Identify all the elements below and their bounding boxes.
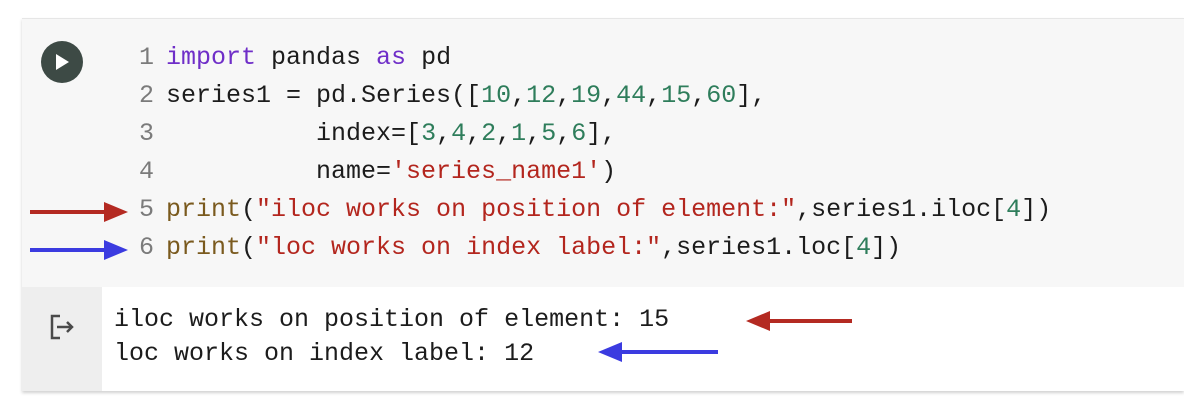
number-literal: 2 (481, 119, 497, 148)
line-number: 3 (138, 119, 154, 148)
output-gutter[interactable] (22, 287, 102, 391)
code-text: ( (241, 233, 257, 262)
blue-arrow-left-icon (598, 342, 718, 362)
red-arrow-left-icon (746, 311, 852, 331)
code-line-4: 4 name='series_name1') (122, 153, 1051, 191)
keyword: as (376, 43, 407, 72)
code-text: , (496, 119, 512, 148)
number-literal: 15 (661, 81, 692, 110)
number-literal: 3 (421, 119, 437, 148)
code-text: ) (601, 157, 617, 186)
builtin-function: print (166, 195, 242, 224)
number-literal: 44 (616, 81, 647, 110)
number-literal: 19 (571, 81, 602, 110)
code-text: , (526, 119, 542, 148)
code-line-2: 2 series1 = pd.Series([10,12,19,44,15,60]… (122, 77, 1051, 115)
code-line-6: 6 print("loc works on index label:",serie… (122, 229, 1051, 267)
red-arrow-right-icon (30, 202, 128, 222)
number-literal: 4 (1006, 195, 1022, 224)
code-text: pandas (256, 43, 377, 72)
string-literal: "iloc works on position of element:" (256, 195, 797, 224)
code-text: series1 = pd.Series([ (166, 81, 482, 110)
code-text: ], (736, 81, 767, 110)
output-line: iloc works on position of element: 15 (114, 305, 670, 334)
code-text: , (556, 81, 572, 110)
number-literal: 6 (571, 119, 587, 148)
code-text: , (601, 81, 617, 110)
code-text: index=[ (316, 119, 422, 148)
code-line-1: 1 import pandas as pd (122, 39, 1051, 77)
code-line-3: 3 index=[3,4,2,1,5,6], (122, 115, 1051, 153)
code-text: ,series1.loc[ (661, 233, 857, 262)
line-number: 2 (138, 81, 154, 110)
code-text: , (556, 119, 572, 148)
code-text: name= (316, 157, 392, 186)
code-editor[interactable]: 1 import pandas as pd 2 series1 = pd.Serie… (122, 39, 1051, 267)
number-literal: 5 (541, 119, 557, 148)
code-text: , (646, 81, 662, 110)
code-text: , (466, 119, 482, 148)
keyword: import (166, 43, 257, 72)
line-number: 4 (138, 157, 154, 186)
code-text: ( (241, 195, 257, 224)
play-icon (56, 54, 69, 70)
builtin-function: print (166, 233, 242, 262)
string-literal: 'series_name1' (391, 157, 602, 186)
code-text: , (436, 119, 452, 148)
number-literal: 60 (706, 81, 737, 110)
code-text: , (511, 81, 527, 110)
output-text: iloc works on position of element: 15 lo… (114, 303, 669, 371)
code-line-5: 5 print("iloc works on position of elemen… (122, 191, 1051, 229)
run-cell-button[interactable] (41, 41, 83, 83)
code-cell[interactable]: 1 import pandas as pd 2 series1 = pd.Serie… (22, 18, 1184, 391)
output-exit-icon[interactable] (48, 313, 78, 341)
output-line: loc works on index label: 12 (114, 339, 535, 368)
string-literal: "loc works on index label:" (256, 233, 662, 262)
code-text: ], (586, 119, 617, 148)
code-text: , (691, 81, 707, 110)
code-text: ]) (1021, 195, 1052, 224)
number-literal: 1 (511, 119, 527, 148)
code-text: ,series1.iloc[ (796, 195, 1007, 224)
code-text: ]) (871, 233, 902, 262)
blue-arrow-right-icon (30, 240, 128, 260)
number-literal: 10 (481, 81, 512, 110)
line-number: 1 (138, 43, 154, 72)
number-literal: 4 (856, 233, 872, 262)
number-literal: 12 (526, 81, 557, 110)
code-text: pd (406, 43, 452, 72)
number-literal: 4 (451, 119, 467, 148)
